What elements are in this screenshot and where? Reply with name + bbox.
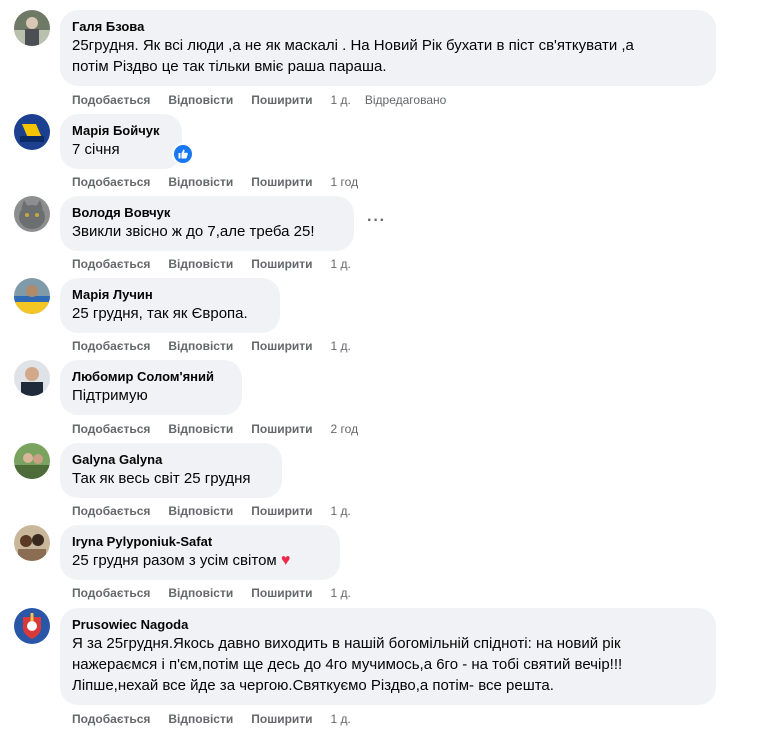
comment-bubble: Марія Бойчук 7 січня	[60, 114, 182, 169]
share-button[interactable]: Поширити	[251, 256, 312, 272]
comment-author[interactable]: Галя Бзова	[72, 18, 704, 35]
reply-button[interactable]: Відповісти	[168, 256, 233, 272]
comment-bubble: Galyna Galyna Так як весь світ 25 грудня	[60, 443, 282, 498]
like-button[interactable]: Подобається	[72, 421, 150, 437]
share-button[interactable]: Поширити	[251, 338, 312, 354]
comment-text-line: 7 січня	[72, 141, 120, 158]
more-options-icon[interactable]: ···	[367, 212, 386, 230]
reply-button[interactable]: Відповісти	[168, 585, 233, 601]
avatar[interactable]	[14, 608, 50, 644]
comment-actions: Подобається Відповісти Поширити 1 д. Відреда…	[72, 92, 446, 108]
like-button[interactable]: Подобається	[72, 585, 150, 601]
comment-text-line: 25 грудня, так як Європа.	[72, 305, 248, 322]
comment-actions: Подобається Відповісти Поширити 1 д.	[72, 585, 351, 601]
share-button[interactable]: Поширити	[251, 421, 312, 437]
comment-actions: Подобається Відповісти Поширити 1 д.	[72, 338, 351, 354]
comment-text-line: Я за 25грудня.Якось давно виходить в наш…	[72, 635, 621, 652]
avatar[interactable]	[14, 196, 50, 232]
comment-text-line: потім Різдво це так тільки вміє раша пар…	[72, 58, 387, 75]
like-button[interactable]: Подобається	[72, 174, 150, 190]
comment-time[interactable]: 1 д.	[331, 503, 351, 519]
comment-bubble: Галя Бзова 25грудня. Як всі люди ,а не я…	[60, 10, 716, 86]
comment-actions: Подобається Відповісти Поширити 1 д.	[72, 503, 351, 519]
comment-bubble: Iryna Pylyponiuk-Safat 25 грудня разом з…	[60, 525, 340, 580]
avatar[interactable]	[14, 443, 50, 479]
comment-time[interactable]: 1 д.	[331, 256, 351, 272]
like-button[interactable]: Подобається	[72, 92, 150, 108]
comment-bubble: Prusowiec Nagoda Я за 25грудня.Якось дав…	[60, 608, 716, 705]
comment-time[interactable]: 2 год	[331, 421, 359, 437]
like-button[interactable]: Подобається	[72, 711, 150, 727]
avatar[interactable]	[14, 360, 50, 396]
share-button[interactable]: Поширити	[251, 585, 312, 601]
comment-time[interactable]: 1 год	[331, 174, 359, 190]
heart-emoji-icon: ♥	[280, 552, 291, 569]
comment-author[interactable]: Любомир Солом'яний	[72, 368, 230, 385]
reply-button[interactable]: Відповісти	[168, 92, 233, 108]
comment-actions: Подобається Відповісти Поширити 1 д.	[72, 256, 351, 272]
comment-text-line: Звикли звісно ж до 7,але треба 25!	[72, 223, 315, 240]
reply-button[interactable]: Відповісти	[168, 338, 233, 354]
comment-actions: Подобається Відповісти Поширити 2 год	[72, 421, 358, 437]
avatar[interactable]	[14, 278, 50, 314]
comment-time[interactable]: 1 д.	[331, 338, 351, 354]
avatar[interactable]	[14, 10, 50, 46]
comment-time[interactable]: 1 д.	[331, 92, 351, 108]
like-button[interactable]: Подобається	[72, 256, 150, 272]
comment-text: 25 грудня разом з усім світом	[72, 552, 277, 569]
comment-text-line: Ліпше,нехай все йде за чергою.Святкуємо …	[72, 677, 554, 694]
share-button[interactable]: Поширити	[251, 174, 312, 190]
comment-bubble: Володя Вовчук Звикли звісно ж до 7,але т…	[60, 196, 354, 251]
comment-author[interactable]: Марія Лучин	[72, 286, 268, 303]
reply-button[interactable]: Відповісти	[168, 174, 233, 190]
like-button[interactable]: Подобається	[72, 338, 150, 354]
comment-text-line: 25 грудня разом з усім світом ♥	[72, 550, 328, 571]
comment-time[interactable]: 1 д.	[331, 711, 351, 727]
like-button[interactable]: Подобається	[72, 503, 150, 519]
comment-text-line: 25грудня. Як всі люди ,а не як маскалі .…	[72, 37, 634, 54]
comment-author[interactable]: Володя Вовчук	[72, 204, 342, 221]
comment-text-line: Підтримую	[72, 387, 148, 404]
reply-button[interactable]: Відповісти	[168, 503, 233, 519]
share-button[interactable]: Поширити	[251, 503, 312, 519]
like-reaction-icon[interactable]	[173, 144, 193, 164]
comment-author[interactable]: Prusowiec Nagoda	[72, 616, 704, 633]
share-button[interactable]: Поширити	[251, 711, 312, 727]
comment-actions: Подобається Відповісти Поширити 1 д.	[72, 711, 351, 727]
avatar[interactable]	[14, 114, 50, 150]
comment-actions: Подобається Відповісти Поширити 1 год	[72, 174, 358, 190]
comment-author[interactable]: Galyna Galyna	[72, 451, 270, 468]
comment-bubble: Марія Лучин 25 грудня, так як Європа.	[60, 278, 280, 333]
comment-bubble: Любомир Солом'яний Підтримую	[60, 360, 242, 415]
comment-author[interactable]: Марія Бойчук	[72, 122, 170, 139]
reply-button[interactable]: Відповісти	[168, 421, 233, 437]
comment-text-line: Так як весь світ 25 грудня	[72, 470, 251, 487]
share-button[interactable]: Поширити	[251, 92, 312, 108]
reply-button[interactable]: Відповісти	[168, 711, 233, 727]
comment-author[interactable]: Iryna Pylyponiuk-Safat	[72, 533, 328, 550]
edited-label: Відредаговано	[364, 93, 447, 107]
comment-text-line: нажераємся і п'єм,потім ще десь до 4го м…	[72, 656, 623, 673]
comment-time[interactable]: 1 д.	[331, 585, 351, 601]
avatar[interactable]	[14, 525, 50, 561]
